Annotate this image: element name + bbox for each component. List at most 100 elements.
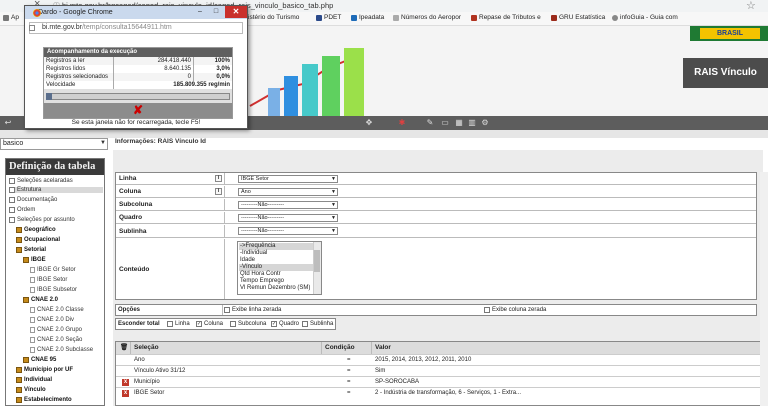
close-icon[interactable]: ✕ bbox=[225, 6, 247, 18]
bookmark-item[interactable]: infoGuia - Guia com bbox=[612, 14, 678, 21]
sidebar-folder[interactable]: Setorial bbox=[16, 247, 46, 253]
table-row[interactable]: x IBGE Setor = 2 - Indústria de transfor… bbox=[116, 387, 762, 398]
sidebar-item[interactable]: Ordem bbox=[9, 207, 35, 213]
sidebar-leaf[interactable]: CNAE 2.0 Div bbox=[30, 317, 74, 323]
list-item[interactable]: ->Frequência bbox=[239, 243, 313, 250]
bookmark-item[interactable]: Números do Aeropor bbox=[393, 14, 461, 21]
info-label: Informações: RAIS Vínculo Id bbox=[115, 138, 207, 145]
sidebar-folder[interactable]: Individual bbox=[16, 377, 52, 383]
popup-address-bar[interactable]: bi.mte.gov.br/temp/consulta15644911.htm bbox=[29, 22, 243, 34]
bookmark-item[interactable]: PDET bbox=[316, 14, 341, 21]
table-row[interactable]: Vínculo Ativo 31/12 = Sim bbox=[116, 365, 762, 376]
row-linha: Linha i bbox=[116, 173, 756, 185]
sidebar-folder[interactable]: Ocupacional bbox=[16, 237, 60, 243]
checkbox-checked[interactable]: ✓ bbox=[271, 321, 277, 327]
sidebar-leaf[interactable]: IBGE Setor bbox=[30, 277, 67, 283]
checkbox-checked[interactable]: ✓ bbox=[196, 321, 202, 327]
table-row[interactable]: Ano = 2015, 2014, 2013, 2012, 2011, 2010 bbox=[116, 354, 762, 365]
sidebar-item[interactable]: Seleções por assunto bbox=[9, 217, 75, 223]
sidebar-folder[interactable]: CNAE 2.0 bbox=[23, 297, 58, 303]
list-item[interactable]: -Individual bbox=[239, 250, 313, 257]
checkbox[interactable] bbox=[224, 307, 230, 313]
checkbox[interactable] bbox=[484, 307, 490, 313]
coluna-zerada-option[interactable]: Exibe coluna zerada bbox=[484, 307, 546, 313]
sidebar-item[interactable]: Estrutura bbox=[9, 187, 103, 193]
sidebar-folder[interactable]: Município por UF bbox=[16, 367, 73, 373]
quadro-select[interactable]: ---------Não--------- ▼ bbox=[238, 214, 338, 222]
sidebar-folder[interactable]: Geográfico bbox=[16, 227, 56, 233]
sidebar-folder[interactable]: CNAE 95 bbox=[23, 357, 56, 363]
checkbox[interactable] bbox=[167, 321, 173, 327]
bookmark-item[interactable]: Ipeadata bbox=[351, 14, 384, 21]
bookmark-item[interactable]: Repase de Tributos e bbox=[471, 14, 541, 21]
linha-select[interactable]: IBGE Setor ▼ bbox=[238, 175, 338, 183]
sidebar-leaf[interactable]: CNAE 2.0 Grupo bbox=[30, 327, 82, 333]
chevron-down-icon[interactable]: ▼ bbox=[100, 140, 106, 146]
open-icon[interactable]: ▭ bbox=[441, 119, 449, 127]
linha-zerada-option[interactable]: Exibe linha zerada bbox=[224, 307, 281, 313]
delete-icon[interactable]: x bbox=[122, 390, 129, 397]
sidebar-leaf[interactable]: IBGE Gr Setor bbox=[30, 267, 76, 273]
document-icon bbox=[30, 307, 35, 313]
subcoluna-select[interactable]: ---------Não--------- ▼ bbox=[238, 201, 338, 209]
info-icon[interactable]: i bbox=[215, 175, 222, 182]
maximize-icon[interactable]: □ bbox=[209, 7, 223, 17]
move-icon[interactable]: ✥ bbox=[365, 119, 373, 127]
selection-table: 🗑 Seleção Condição Valor Ano = 2015, 201… bbox=[115, 341, 763, 406]
minimize-icon[interactable]: – bbox=[193, 7, 207, 17]
hide-sublinha-option[interactable]: Sublinha bbox=[302, 321, 333, 327]
hide-quadro-option[interactable]: ✓ Quadro bbox=[271, 321, 299, 327]
chevron-down-icon: ▼ bbox=[331, 215, 336, 221]
checkbox[interactable] bbox=[230, 321, 236, 327]
cancel-button[interactable]: ✘ bbox=[44, 103, 232, 118]
progress-row: Registros a ler 284.418.440 100% bbox=[44, 57, 232, 65]
profile-select[interactable]: basico bbox=[0, 138, 108, 150]
sidebar-item[interactable]: Documentação bbox=[9, 197, 57, 203]
folder-icon bbox=[16, 397, 22, 403]
bookmark-item[interactable]: Ap bbox=[3, 14, 19, 21]
sidebar-leaf[interactable]: IBGE Subsetor bbox=[30, 287, 77, 293]
back-arrow-icon[interactable]: ↩ bbox=[4, 119, 12, 127]
folder-icon bbox=[16, 387, 22, 393]
bookmark-item[interactable]: inistério do Turismo bbox=[243, 14, 299, 21]
list-item[interactable]: Tempo Emprego bbox=[239, 278, 313, 285]
sidebar-folder[interactable]: Estabelecimento bbox=[16, 397, 72, 403]
conteudo-listbox[interactable]: ->Frequência -Individual Idade -Vínculo … bbox=[237, 241, 322, 295]
list-item[interactable]: Qtd Hora Contr bbox=[239, 271, 313, 278]
hide-coluna-option[interactable]: ✓ Coluna bbox=[196, 321, 223, 327]
checkbox[interactable] bbox=[302, 321, 308, 327]
edit-icon[interactable]: ✎ bbox=[426, 119, 434, 127]
sublinha-select[interactable]: ---------Não--------- ▼ bbox=[238, 227, 338, 235]
list-item[interactable]: Vl Remun Dezembro (SM) bbox=[239, 285, 313, 292]
trash-icon[interactable]: 🗑 bbox=[116, 342, 131, 354]
bookmark-star-icon[interactable]: ☆ bbox=[746, 0, 756, 12]
tools-icon[interactable]: ⚙ bbox=[481, 119, 489, 127]
chart-icon[interactable]: ▥ bbox=[468, 119, 476, 127]
valor-header: Valor bbox=[372, 342, 762, 354]
table-icon[interactable]: ▦ bbox=[455, 119, 463, 127]
list-item[interactable]: -Vínculo bbox=[239, 264, 313, 271]
run-icon[interactable]: ✱ bbox=[398, 119, 406, 127]
info-icon[interactable]: i bbox=[215, 188, 222, 195]
infoguia-icon bbox=[612, 14, 618, 21]
folder-icon bbox=[23, 357, 29, 363]
sidebar-folder[interactable]: Vínculo bbox=[16, 387, 46, 393]
sidebar-leaf[interactable]: CNAE 2.0 Classe bbox=[30, 307, 84, 313]
apps-icon bbox=[3, 14, 9, 21]
sidebar-leaf[interactable]: CNAE 2.0 Subclasse bbox=[30, 347, 93, 353]
list-item[interactable]: Idade bbox=[239, 257, 313, 264]
sidebar-item[interactable]: Seleções acelaradas bbox=[9, 178, 73, 184]
brasil-logo[interactable]: BRASIL bbox=[700, 28, 760, 39]
sidebar-folder[interactable]: IBGE bbox=[23, 257, 46, 263]
page-scrollbar[interactable] bbox=[760, 172, 768, 406]
hide-subcoluna-option[interactable]: Subcoluna bbox=[230, 321, 266, 327]
progress-percent: 0,0% bbox=[216, 74, 230, 80]
delete-icon[interactable]: x bbox=[122, 379, 129, 386]
bookmark-item[interactable]: GRU Estatística bbox=[551, 14, 605, 21]
table-row[interactable]: x Município = SP-SOROCABA bbox=[116, 376, 762, 387]
listbox-scroll-thumb[interactable] bbox=[314, 250, 320, 272]
coluna-select[interactable]: Ano ▼ bbox=[238, 188, 338, 196]
hide-linha-option[interactable]: Linha bbox=[167, 321, 190, 327]
sidebar-leaf[interactable]: CNAE 2.0 Seção bbox=[30, 337, 82, 343]
document-icon bbox=[30, 347, 35, 353]
